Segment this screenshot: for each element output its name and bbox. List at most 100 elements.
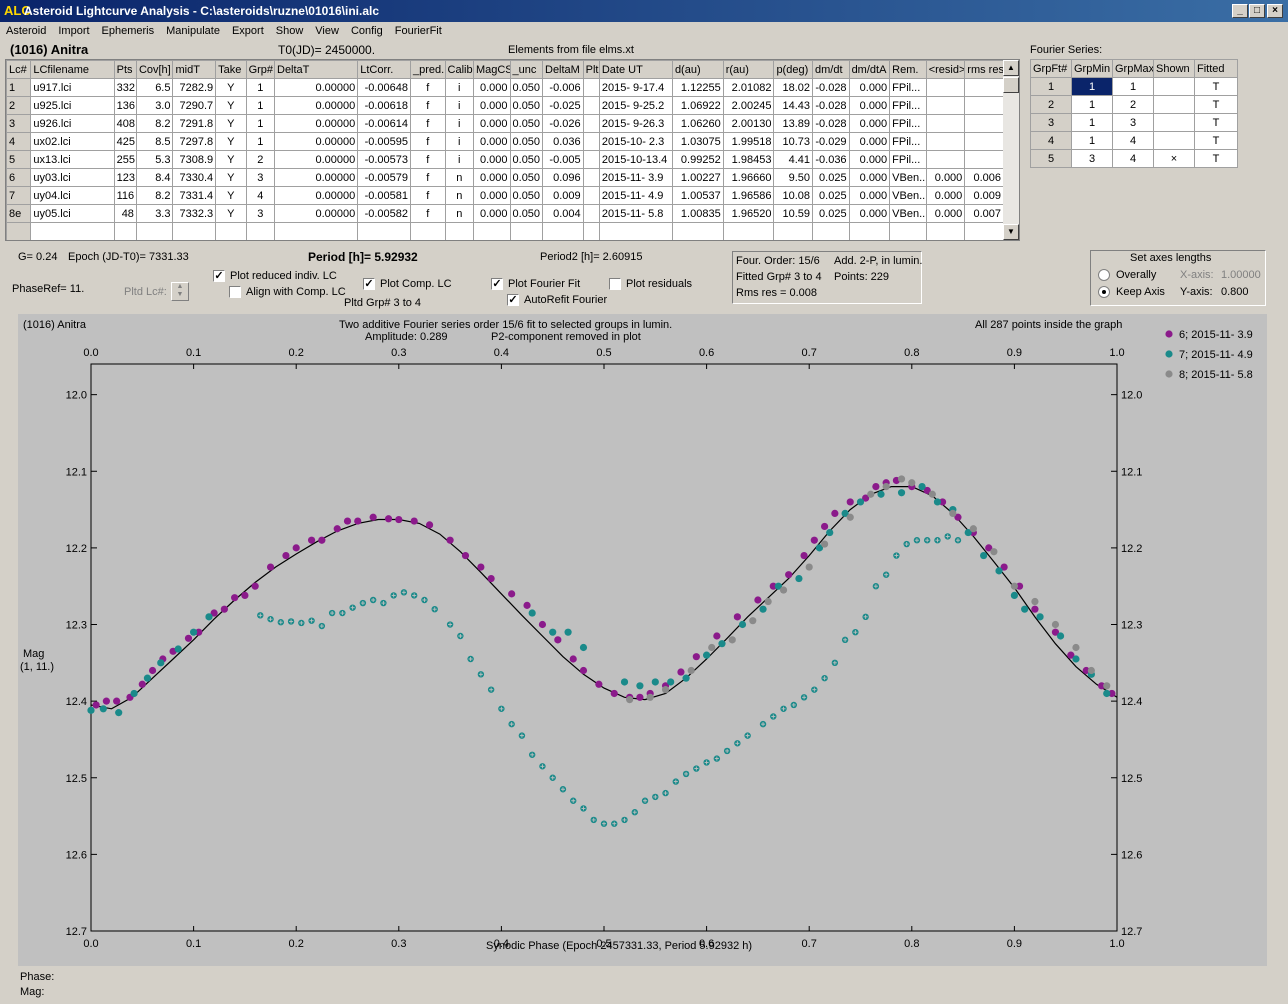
lc-row-number[interactable]: 4 (6, 132, 32, 151)
lc-cell[interactable]: 8.5 (135, 132, 174, 151)
lc-cell[interactable] (722, 222, 775, 240)
lc-cell[interactable]: 1.12255 (671, 78, 724, 97)
fs-cell[interactable]: T (1194, 113, 1238, 132)
lc-cell[interactable]: 3.3 (135, 204, 174, 223)
lc-cell[interactable]: Y (215, 96, 247, 115)
lc-col-header[interactable]: _pred. (410, 60, 446, 79)
autorefit-checkbox[interactable]: ✓ (507, 294, 519, 306)
lc-cell[interactable]: 7331.4 (172, 186, 217, 205)
lc-cell[interactable]: 0.000 (848, 150, 891, 169)
lc-cell[interactable]: 0.000 (472, 114, 511, 133)
fs-cell[interactable]: T (1194, 131, 1238, 150)
lc-cell[interactable]: 2015-11- 4.9 (598, 186, 673, 205)
lc-col-header[interactable]: <resid> (925, 60, 966, 79)
scroll-up-button[interactable]: ▲ (1003, 60, 1019, 76)
plot-comp-checkbox[interactable]: ✓ (363, 278, 375, 290)
lc-cell[interactable]: n (444, 204, 474, 223)
fs-cell[interactable]: T (1194, 95, 1238, 114)
lc-cell[interactable]: Y (215, 114, 247, 133)
lc-cell[interactable]: 0.000 (848, 132, 891, 151)
menu-asteroid[interactable]: Asteroid (0, 22, 52, 39)
lc-table-row[interactable]: 1 u917.lci 332 6.5 7282.9 Y 1 0.00000 -0.00648 f i… (6, 78, 1004, 97)
lc-cell[interactable]: -0.028 (812, 96, 850, 115)
lc-cell[interactable]: -0.028 (812, 78, 850, 97)
lc-col-header[interactable]: DeltaM (542, 60, 584, 79)
lc-row-number[interactable]: 8e (6, 204, 32, 223)
lc-cell[interactable]: -0.026 (542, 114, 584, 133)
lc-cell[interactable] (964, 78, 1004, 97)
fs-cell[interactable]: T (1194, 77, 1238, 96)
fs-table-row[interactable]: 111T (1030, 77, 1238, 96)
lc-cell[interactable]: Y (215, 150, 247, 169)
lc-cell[interactable]: VBen... (889, 168, 927, 187)
lc-table-row[interactable]: 6 uy03.lci 123 8.4 7330.4 Y 3 0.00000 -0.00579 f n… (6, 168, 1004, 187)
lc-col-header[interactable]: _unc (509, 60, 544, 79)
lc-cell[interactable]: 0.00000 (273, 96, 359, 115)
lc-cell[interactable]: 0.000 (848, 204, 891, 223)
menu-manipulate[interactable]: Manipulate (160, 22, 226, 39)
lc-cell[interactable] (582, 96, 600, 115)
lc-cell[interactable]: f (410, 168, 446, 187)
fs-cell[interactable]: 3 (1112, 113, 1154, 132)
lc-cell[interactable]: 1.00537 (671, 186, 724, 205)
lc-cell[interactable]: 0.050 (509, 204, 544, 223)
menu-export[interactable]: Export (226, 22, 270, 39)
lc-cell[interactable]: 10.59 (773, 204, 814, 223)
lc-cell[interactable]: 0.025 (812, 204, 850, 223)
lc-cell[interactable]: -0.00581 (357, 186, 412, 205)
fs-row-number[interactable]: 4 (1030, 131, 1072, 150)
lc-cell[interactable]: f (410, 78, 446, 97)
lc-cell[interactable]: 0.000 (472, 186, 511, 205)
lc-cell[interactable]: 0.00000 (273, 204, 359, 223)
lc-cell[interactable]: 0.000 (472, 132, 511, 151)
lc-cell[interactable]: -0.00579 (357, 168, 412, 187)
lc-cell[interactable]: u926.lci (30, 114, 115, 133)
lc-cell[interactable]: u917.lci (30, 78, 115, 97)
lc-cell[interactable]: 7330.4 (172, 168, 217, 187)
lc-cell[interactable]: 7290.7 (172, 96, 217, 115)
lc-cell[interactable]: 0.000 (848, 186, 891, 205)
lc-cell[interactable]: 2015- 9-25.2 (598, 96, 673, 115)
lc-cell[interactable] (964, 150, 1004, 169)
lc-cell[interactable]: VBen... (889, 186, 927, 205)
lc-table-row[interactable]: 8e uy05.lci 48 3.3 7332.3 Y 3 0.00000 -0.00582 f n… (6, 204, 1004, 223)
lc-cell[interactable] (245, 222, 276, 240)
lc-cell[interactable]: uy05.lci (30, 204, 115, 223)
lc-row-number[interactable]: 7 (6, 186, 32, 205)
lc-cell[interactable]: FPil... (889, 78, 927, 97)
lc-cell[interactable]: 1 (245, 114, 276, 133)
fs-col-header[interactable]: GrpMax (1112, 59, 1154, 78)
lc-cell[interactable]: -0.00614 (357, 114, 412, 133)
lc-cell[interactable]: f (410, 150, 446, 169)
lc-cell[interactable]: -0.00595 (357, 132, 412, 151)
lc-cell[interactable]: f (410, 204, 446, 223)
lc-col-header[interactable]: LtCorr. (357, 60, 412, 79)
lc-cell[interactable]: 0.00000 (273, 114, 359, 133)
lc-cell[interactable]: -0.00573 (357, 150, 412, 169)
lc-cell[interactable]: 0.025 (812, 168, 850, 187)
lc-cell[interactable]: 0.000 (848, 114, 891, 133)
fs-table-row[interactable]: 212 T (1030, 95, 1238, 114)
align-comp-checkbox[interactable] (229, 286, 241, 298)
lc-cell[interactable]: 8.4 (135, 168, 174, 187)
lc-cell[interactable]: -0.006 (542, 78, 584, 97)
lc-cell[interactable]: 2 (245, 150, 276, 169)
lc-cell[interactable]: 2.01082 (722, 78, 775, 97)
lc-cell[interactable]: Y (215, 186, 247, 205)
title-bar[interactable]: ALC Asteroid Lightcurve Analysis - C:\as… (0, 0, 1288, 22)
lc-cell[interactable]: 0.000 (925, 204, 966, 223)
menu-fourierfit[interactable]: FourierFit (389, 22, 448, 39)
lc-cell[interactable]: 7308.9 (172, 150, 217, 169)
lc-cell[interactable]: 4 (245, 186, 276, 205)
lc-cell[interactable]: 2015-10-13.4 (598, 150, 673, 169)
fs-row-number[interactable]: 5 (1030, 149, 1072, 168)
lc-cell[interactable]: -0.00648 (357, 78, 412, 97)
lc-cell[interactable] (848, 222, 891, 240)
lc-cell[interactable]: 2015-10- 2.3 (598, 132, 673, 151)
lc-cell[interactable]: 0.00000 (273, 150, 359, 169)
lc-cell[interactable]: 3 (245, 204, 276, 223)
lc-cell[interactable]: Y (215, 78, 247, 97)
fs-cell[interactable]: 1 (1112, 77, 1154, 96)
x-axis-value[interactable]: 1.00000 (1221, 269, 1261, 281)
lc-cell[interactable] (135, 222, 174, 240)
